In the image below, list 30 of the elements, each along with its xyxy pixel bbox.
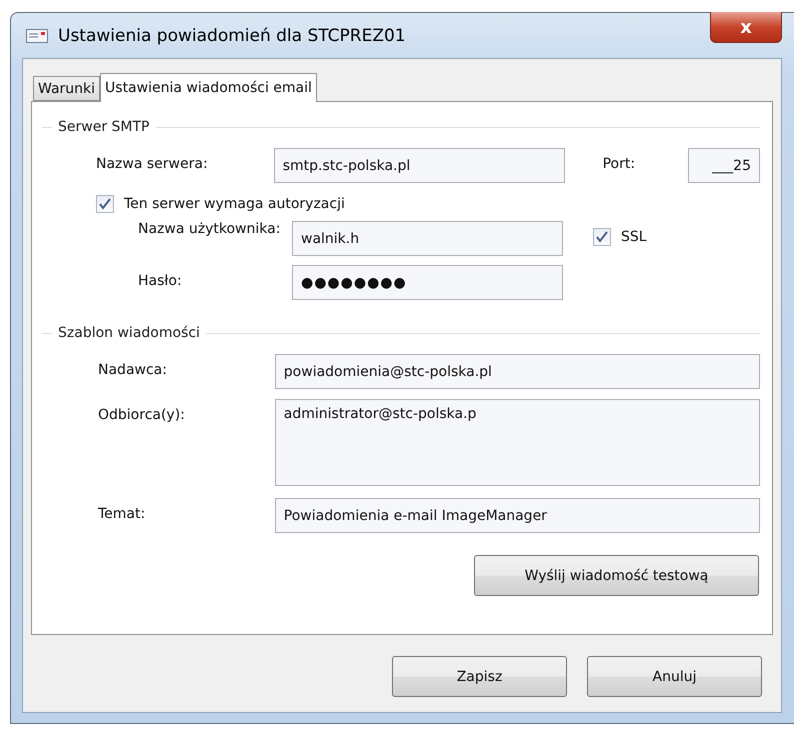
group-heading: Serwer SMTP — [58, 119, 150, 135]
group-heading: Szablon wiadomości — [58, 325, 200, 341]
field-label: Nadawca: — [98, 361, 168, 378]
input-field[interactable]: Powiadomienia e-mail ImageManager — [274, 498, 760, 533]
close-button[interactable]: x — [710, 12, 782, 43]
field-label: Port: — [602, 155, 636, 172]
dialog-button[interactable]: Zapisz — [392, 656, 567, 697]
input-field[interactable]: smtp.stc-polska.pl — [274, 148, 565, 183]
input-field[interactable]: ___25 — [688, 148, 760, 183]
checkbox-label: SSL — [621, 229, 647, 245]
input-field[interactable]: powiadomienia@stc-polska.pl — [274, 354, 760, 389]
envelope-icon — [26, 28, 48, 42]
checkmark-icon — [99, 198, 111, 210]
field-label: Nazwa użytkownika: — [138, 221, 282, 238]
dialog-button[interactable]: Anuluj — [587, 656, 762, 697]
field-label: Temat: — [98, 505, 146, 522]
text-area[interactable]: administrator@stc-polska.p — [274, 399, 760, 486]
checkbox[interactable] — [593, 228, 611, 246]
send-test-button[interactable]: Wyślij wiadomość testową — [474, 555, 759, 596]
tab[interactable]: Ustawienia wiadomości email — [100, 73, 317, 102]
checkmark-icon — [596, 231, 608, 243]
field-label: Hasło: — [138, 272, 183, 290]
password-field[interactable]: ●●●●●●●● — [292, 265, 563, 300]
field-label: Odbiorca(y): — [98, 406, 186, 424]
checkbox[interactable] — [96, 195, 114, 213]
checkbox-label: Ten serwer wymaga autoryzacji — [124, 196, 345, 212]
tab[interactable]: Warunki — [33, 76, 100, 101]
input-field[interactable]: walnik.h — [292, 221, 563, 256]
field-label: Nazwa serwera: — [96, 155, 209, 172]
window-title: Ustawienia powiadomień dla STCPREZ01 — [58, 26, 406, 46]
